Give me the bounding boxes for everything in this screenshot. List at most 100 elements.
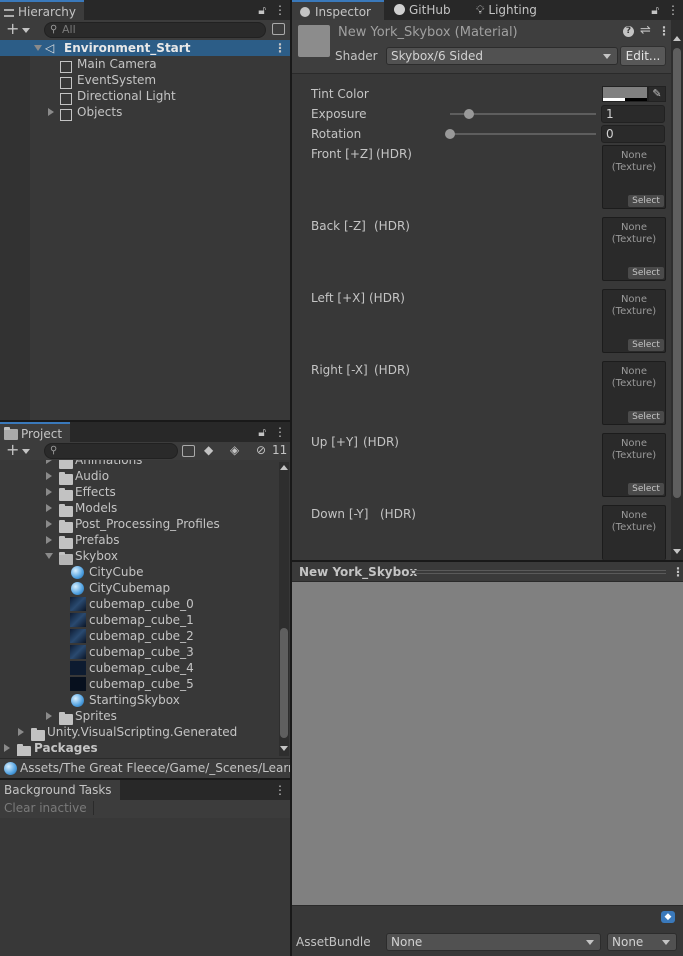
texture-slot-up[interactable]: None (Texture) Select — [602, 433, 666, 497]
folder-row[interactable]: Effects — [0, 484, 278, 501]
project-scrollbar[interactable] — [279, 462, 289, 756]
shader-dropdown[interactable]: Skybox/6 Sided — [386, 47, 618, 65]
asset-row[interactable]: StartingSkybox — [0, 692, 278, 708]
hierarchy-item[interactable]: Main Camera — [0, 56, 290, 73]
clear-inactive-button[interactable]: Clear inactive — [4, 801, 94, 815]
scroll-up-arrow-icon[interactable] — [280, 465, 288, 470]
filter-by-type-icon[interactable]: ◆ — [204, 443, 213, 457]
scroll-down-arrow-icon[interactable] — [280, 746, 288, 751]
tab-lighting[interactable]: 💡︎ Lighting — [468, 0, 545, 20]
texture-slot-left[interactable]: None (Texture) Select — [602, 289, 666, 353]
scroll-down-arrow-icon[interactable] — [673, 549, 681, 554]
add-dropdown-icon[interactable] — [22, 449, 30, 454]
asset-row[interactable]: cubemap_cube_0 — [0, 596, 278, 612]
hierarchy-search-input[interactable]: ⚲ All — [44, 22, 266, 38]
asset-row[interactable]: CityCube — [0, 564, 278, 580]
presets-icon[interactable]: ⇌ — [640, 23, 651, 38]
menu-dots-icon[interactable]: ⋮ — [274, 3, 286, 17]
menu-dots-icon[interactable]: ⋮ — [274, 425, 286, 439]
folder-row[interactable]: Audio — [0, 468, 278, 485]
folder-row[interactable]: Packages — [0, 740, 278, 756]
label-tag-icon[interactable]: ◆ — [661, 911, 675, 923]
folder-row[interactable]: Skybox — [0, 548, 278, 565]
menu-dots-icon[interactable]: ⋮ — [274, 783, 286, 797]
select-texture-button[interactable]: Select — [628, 339, 664, 351]
hidden-packages-icon[interactable]: ⊘ — [256, 443, 266, 457]
expand-arrow-icon[interactable] — [4, 744, 10, 752]
preview-area[interactable] — [292, 582, 683, 905]
select-texture-button[interactable]: Select — [628, 267, 664, 279]
texture-slot-front[interactable]: None (Texture) Select — [602, 145, 666, 209]
search-options-icon[interactable] — [182, 445, 195, 457]
folder-row[interactable]: Sprites — [0, 708, 278, 725]
edit-shader-button[interactable]: Edit... — [620, 46, 666, 66]
exposure-input[interactable]: 1 — [601, 105, 665, 123]
add-icon[interactable]: + — [6, 20, 19, 38]
scrollbar-thumb[interactable] — [280, 628, 288, 738]
assetbundle-dropdown[interactable]: None — [386, 933, 601, 951]
lock-icon[interactable]: 🔓︎ — [258, 3, 266, 17]
texture-slot-right[interactable]: None (Texture) Select — [602, 361, 666, 425]
lock-icon[interactable]: 🔓︎ — [258, 425, 266, 439]
help-icon[interactable]: ? — [623, 26, 634, 37]
add-dropdown-icon[interactable] — [22, 28, 30, 33]
expand-arrow-icon[interactable] — [46, 488, 52, 496]
rotation-input[interactable]: 0 — [601, 125, 665, 143]
expand-arrow-icon[interactable] — [46, 712, 52, 720]
scroll-up-arrow-icon[interactable] — [673, 36, 681, 41]
scrollbar-thumb[interactable] — [673, 48, 681, 498]
inspector-scrollbar[interactable] — [671, 20, 683, 560]
asset-row[interactable]: cubemap_cube_3 — [0, 644, 278, 660]
tab-project[interactable]: Project — [0, 422, 71, 442]
asset-row[interactable]: cubemap_cube_4 — [0, 660, 278, 676]
folder-row[interactable]: Prefabs — [0, 532, 278, 549]
asset-row[interactable]: CityCubemap — [0, 580, 278, 596]
eyedropper-icon[interactable]: ✎ — [648, 86, 666, 102]
component-menu-icon[interactable]: ⋮ — [658, 25, 670, 37]
tab-background-tasks[interactable]: Background Tasks — [0, 780, 120, 800]
expand-arrow-icon[interactable] — [46, 504, 52, 512]
folder-row[interactable]: Unity.VisualScripting.Generated — [0, 724, 278, 741]
select-texture-button[interactable]: Select — [628, 411, 664, 423]
exposure-slider-knob[interactable] — [463, 109, 474, 119]
asset-row[interactable]: cubemap_cube_2 — [0, 628, 278, 644]
select-texture-button[interactable]: Select — [628, 483, 664, 495]
rotation-slider-knob[interactable] — [445, 129, 455, 139]
add-icon[interactable]: + — [6, 441, 19, 459]
asset-row[interactable]: cubemap_cube_1 — [0, 612, 278, 628]
project-search-input[interactable]: ⚲ — [44, 443, 178, 459]
scene-row[interactable]: ◁ Environment_Start ⋮ — [0, 40, 290, 56]
tab-github[interactable]: GitHub — [386, 0, 459, 20]
hierarchy-item[interactable]: Directional Light — [0, 88, 290, 105]
preview-menu-icon[interactable]: ⋮ — [672, 566, 683, 578]
lock-icon[interactable]: 🔓︎ — [651, 3, 659, 17]
folder-row[interactable]: Post_Processing_Profiles — [0, 516, 278, 533]
menu-dots-icon[interactable]: ⋮ — [667, 3, 679, 17]
scene-menu-icon[interactable]: ⋮ — [274, 42, 286, 54]
tab-hierarchy[interactable]: Hierarchy — [0, 0, 85, 20]
assetbundle-variant-dropdown[interactable]: None — [607, 933, 677, 951]
tint-color-field[interactable] — [602, 86, 648, 102]
texture-slot-down[interactable]: None (Texture) — [602, 505, 666, 560]
expand-arrow-icon[interactable] — [46, 520, 52, 528]
expand-arrow-icon[interactable] — [46, 472, 52, 480]
search-options-icon[interactable] — [272, 23, 285, 35]
preview-drag-handle[interactable] — [410, 570, 666, 574]
expand-arrow-icon[interactable] — [48, 108, 54, 116]
rotation-slider-track[interactable] — [450, 133, 596, 135]
hierarchy-item[interactable]: Objects — [0, 104, 290, 121]
expand-arrow-icon[interactable] — [46, 536, 52, 544]
preview-header[interactable]: New York_Skybox ⋮ — [292, 562, 683, 582]
folder-row[interactable]: Animations — [0, 460, 278, 469]
select-texture-button[interactable]: Select — [628, 195, 664, 207]
folder-row[interactable]: Models — [0, 500, 278, 517]
texture-slot-back[interactable]: None (Texture) Select — [602, 217, 666, 281]
asset-row[interactable]: cubemap_cube_5 — [0, 676, 278, 692]
tab-inspector[interactable]: Inspector — [292, 0, 384, 20]
expand-arrow-icon[interactable] — [34, 45, 42, 51]
expand-arrow-icon[interactable] — [45, 553, 53, 559]
filter-by-label-icon[interactable]: ◈ — [230, 443, 239, 457]
expand-arrow-icon[interactable] — [18, 728, 24, 736]
expand-arrow-icon[interactable] — [46, 460, 52, 464]
hierarchy-item[interactable]: EventSystem — [0, 72, 290, 89]
